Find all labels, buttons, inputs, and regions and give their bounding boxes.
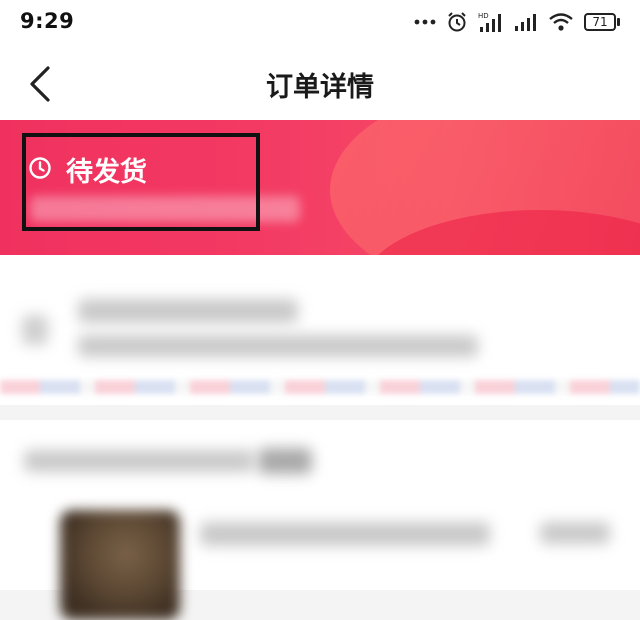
page-title: 订单详情 — [266, 72, 374, 103]
status-time: 9:29 — [20, 9, 75, 33]
status-bar: 9:29 HD 71 — [0, 0, 640, 46]
nav-bar: 订单详情 — [0, 46, 640, 120]
more-dots-icon — [414, 19, 436, 25]
blurred-text — [24, 450, 254, 472]
alarm-icon — [446, 11, 468, 33]
blurred-text — [78, 299, 298, 323]
blurred-text — [540, 522, 610, 544]
battery-icon: 71 — [584, 13, 620, 31]
blurred-text — [78, 335, 478, 357]
blurred-location-icon — [22, 315, 48, 345]
highlight-box — [22, 133, 260, 231]
blurred-text — [200, 522, 490, 546]
battery-level: 71 — [584, 13, 616, 31]
product-image[interactable] — [60, 510, 180, 620]
wifi-icon — [548, 12, 574, 32]
address-stripe — [0, 380, 640, 394]
hd-signal-icon: HD — [478, 11, 504, 33]
svg-text:HD: HD — [478, 12, 489, 20]
signal-icon — [514, 12, 538, 32]
blurred-tag — [258, 448, 312, 474]
status-icons: HD 71 — [414, 10, 620, 34]
